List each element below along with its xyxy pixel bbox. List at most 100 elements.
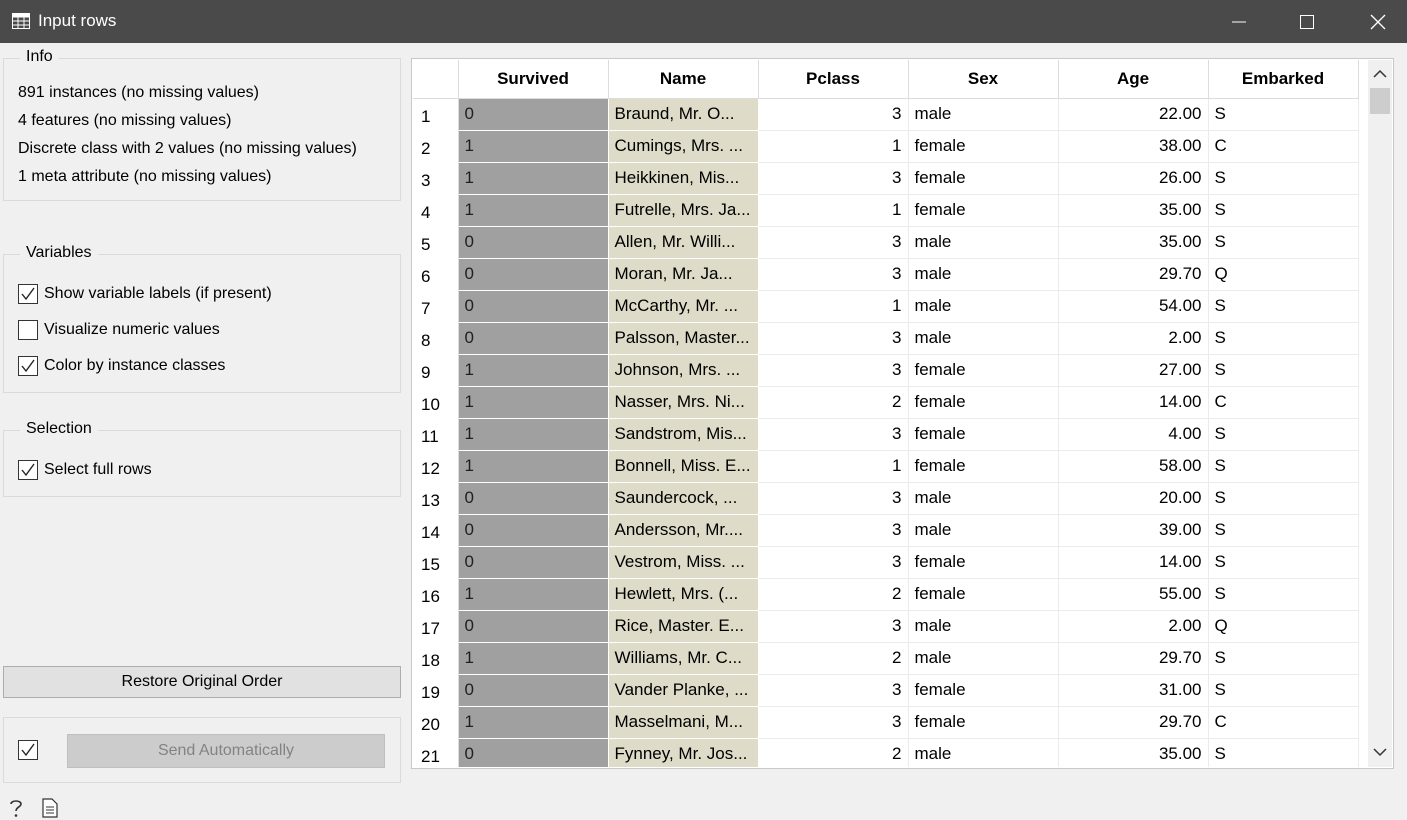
row-number[interactable]: 4 — [413, 194, 459, 226]
cell-pclass[interactable]: 3 — [758, 258, 909, 291]
cell-embarked[interactable]: S — [1208, 162, 1359, 195]
cell-survived[interactable]: 0 — [458, 546, 609, 579]
cell-sex[interactable]: female — [908, 418, 1059, 451]
cell-sex[interactable]: male — [908, 738, 1059, 767]
row-number[interactable]: 8 — [413, 322, 459, 354]
row-number[interactable]: 13 — [413, 482, 459, 514]
cell-embarked[interactable]: C — [1208, 386, 1359, 419]
cell-name[interactable]: Rice, Master. E... — [608, 610, 759, 643]
cell-age[interactable]: 31.00 — [1058, 674, 1209, 707]
cell-name[interactable]: Futrelle, Mrs. Ja... — [608, 194, 759, 227]
row-number[interactable]: 20 — [413, 706, 459, 738]
cell-age[interactable]: 20.00 — [1058, 482, 1209, 515]
cell-embarked[interactable]: S — [1208, 578, 1359, 611]
visualize-numeric-checkbox[interactable]: Visualize numeric values — [18, 319, 220, 341]
table-row[interactable]: 12 1 Bonnell, Miss. E... 1 female 58.00 S — [413, 450, 1359, 483]
row-number[interactable]: 7 — [413, 290, 459, 322]
cell-name[interactable]: Johnson, Mrs. ... — [608, 354, 759, 387]
scrollbar-thumb[interactable] — [1370, 88, 1390, 114]
cell-pclass[interactable]: 3 — [758, 674, 909, 707]
scroll-down-icon[interactable] — [1372, 746, 1388, 758]
cell-survived[interactable]: 1 — [458, 162, 609, 195]
vertical-scrollbar[interactable] — [1368, 60, 1392, 767]
cell-pclass[interactable]: 1 — [758, 194, 909, 227]
cell-survived[interactable]: 1 — [458, 578, 609, 611]
table-row[interactable]: 6 0 Moran, Mr. Ja... 3 male 29.70 Q — [413, 258, 1359, 291]
cell-survived[interactable]: 0 — [458, 98, 609, 131]
cell-pclass[interactable]: 3 — [758, 546, 909, 579]
cell-age[interactable]: 2.00 — [1058, 610, 1209, 643]
checkbox-box[interactable] — [18, 356, 38, 376]
cell-age[interactable]: 38.00 — [1058, 130, 1209, 163]
table-row[interactable]: 13 0 Saundercock, ... 3 male 20.00 S — [413, 482, 1359, 515]
cell-pclass[interactable]: 2 — [758, 578, 909, 611]
cell-survived[interactable]: 1 — [458, 386, 609, 419]
cell-sex[interactable]: female — [908, 546, 1059, 579]
cell-pclass[interactable]: 2 — [758, 738, 909, 767]
column-header-pclass[interactable]: Pclass — [758, 60, 909, 99]
cell-age[interactable]: 29.70 — [1058, 642, 1209, 675]
cell-survived[interactable]: 0 — [458, 514, 609, 547]
cell-sex[interactable]: male — [908, 258, 1059, 291]
table-row[interactable]: 8 0 Palsson, Master... 3 male 2.00 S — [413, 322, 1359, 355]
cell-embarked[interactable]: S — [1208, 642, 1359, 675]
column-header-survived[interactable]: Survived — [458, 60, 609, 99]
cell-name[interactable]: Braund, Mr. O... — [608, 98, 759, 131]
cell-embarked[interactable]: S — [1208, 514, 1359, 547]
cell-pclass[interactable]: 1 — [758, 450, 909, 483]
table-row[interactable]: 1 0 Braund, Mr. O... 3 male 22.00 S — [413, 98, 1359, 131]
table-row[interactable]: 10 1 Nasser, Mrs. Ni... 2 female 14.00 C — [413, 386, 1359, 419]
cell-embarked[interactable]: S — [1208, 194, 1359, 227]
cell-age[interactable]: 54.00 — [1058, 290, 1209, 323]
cell-pclass[interactable]: 3 — [758, 98, 909, 131]
cell-pclass[interactable]: 1 — [758, 130, 909, 163]
cell-sex[interactable]: male — [908, 322, 1059, 355]
table-row[interactable]: 9 1 Johnson, Mrs. ... 3 female 27.00 S — [413, 354, 1359, 387]
cell-survived[interactable]: 1 — [458, 418, 609, 451]
row-number[interactable]: 11 — [413, 418, 459, 450]
cell-survived[interactable]: 1 — [458, 130, 609, 163]
cell-name[interactable]: Sandstrom, Mis... — [608, 418, 759, 451]
row-number[interactable]: 16 — [413, 578, 459, 610]
cell-name[interactable]: Heikkinen, Mis... — [608, 162, 759, 195]
row-number[interactable]: 15 — [413, 546, 459, 578]
send-automatically-checkbox[interactable] — [18, 740, 38, 760]
row-number[interactable]: 10 — [413, 386, 459, 418]
cell-sex[interactable]: female — [908, 706, 1059, 739]
checkbox-box[interactable] — [18, 320, 38, 340]
table-row[interactable]: 5 0 Allen, Mr. Willi... 3 male 35.00 S — [413, 226, 1359, 259]
cell-pclass[interactable]: 3 — [758, 418, 909, 451]
cell-embarked[interactable]: S — [1208, 674, 1359, 707]
cell-sex[interactable]: female — [908, 386, 1059, 419]
cell-age[interactable]: 14.00 — [1058, 386, 1209, 419]
cell-pclass[interactable]: 3 — [758, 226, 909, 259]
cell-age[interactable]: 29.70 — [1058, 258, 1209, 291]
cell-pclass[interactable]: 3 — [758, 610, 909, 643]
column-header-sex[interactable]: Sex — [908, 60, 1059, 99]
row-number[interactable]: 2 — [413, 130, 459, 162]
cell-name[interactable]: Williams, Mr. C... — [608, 642, 759, 675]
cell-embarked[interactable]: S — [1208, 98, 1359, 131]
cell-sex[interactable]: female — [908, 162, 1059, 195]
checkbox-box[interactable] — [18, 284, 38, 304]
cell-age[interactable]: 26.00 — [1058, 162, 1209, 195]
cell-survived[interactable]: 0 — [458, 290, 609, 323]
cell-pclass[interactable]: 3 — [758, 706, 909, 739]
cell-age[interactable]: 55.00 — [1058, 578, 1209, 611]
cell-age[interactable]: 27.00 — [1058, 354, 1209, 387]
table-row[interactable]: 2 1 Cumings, Mrs. ... 1 female 38.00 C — [413, 130, 1359, 163]
cell-survived[interactable]: 0 — [458, 226, 609, 259]
cell-sex[interactable]: male — [908, 290, 1059, 323]
row-number[interactable]: 6 — [413, 258, 459, 290]
cell-sex[interactable]: male — [908, 610, 1059, 643]
cell-embarked[interactable]: C — [1208, 130, 1359, 163]
cell-name[interactable]: Palsson, Master... — [608, 322, 759, 355]
row-number[interactable]: 21 — [413, 738, 459, 767]
cell-embarked[interactable]: S — [1208, 418, 1359, 451]
table-row[interactable]: 14 0 Andersson, Mr.... 3 male 39.00 S — [413, 514, 1359, 547]
cell-name[interactable]: Moran, Mr. Ja... — [608, 258, 759, 291]
table-row[interactable]: 4 1 Futrelle, Mrs. Ja... 1 female 35.00 S — [413, 194, 1359, 227]
cell-name[interactable]: Hewlett, Mrs. (... — [608, 578, 759, 611]
cell-sex[interactable]: female — [908, 674, 1059, 707]
cell-embarked[interactable]: S — [1208, 450, 1359, 483]
